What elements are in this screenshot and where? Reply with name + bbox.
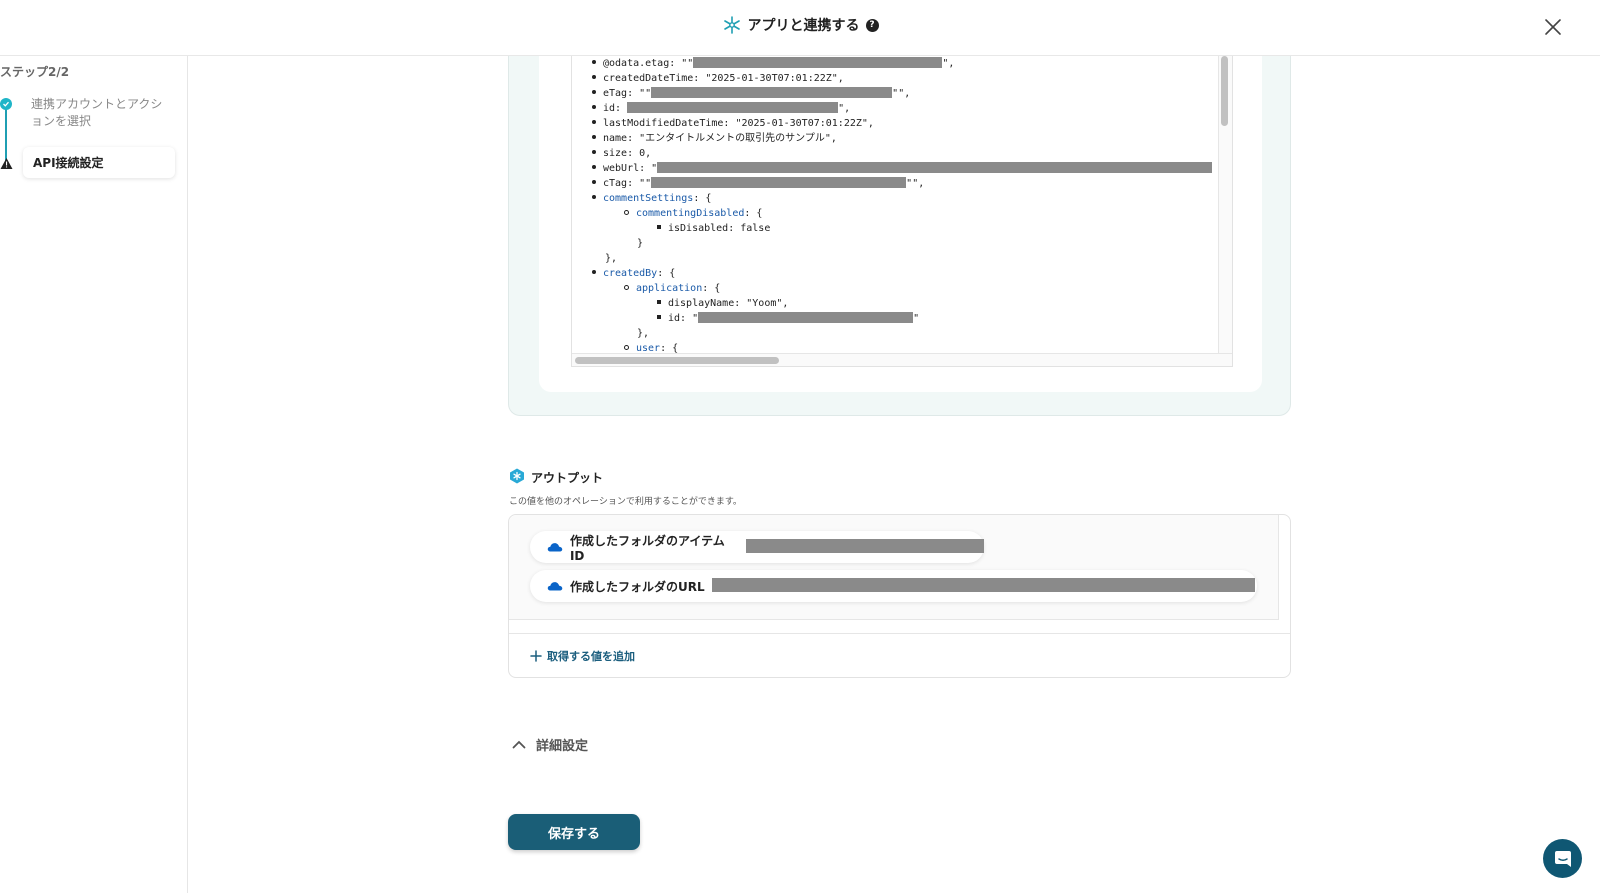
modal-title: アプリと連携する ? [0, 15, 1600, 35]
json-line: lastModifiedDateTime: "2025-01-30T07:01:… [592, 116, 874, 131]
step-1-label[interactable]: 連携アカウントとアクションを選択 [31, 96, 166, 130]
json-line: id: ", [592, 101, 850, 116]
close-icon[interactable] [1540, 14, 1566, 40]
output-chip-url[interactable]: 作成したフォルダのURL [530, 570, 1257, 602]
modal-title-text: アプリと連携する [747, 18, 860, 34]
question-circle-icon[interactable]: ? [865, 18, 879, 32]
json-line: }, [605, 253, 618, 264]
add-value-row: 取得する値を追加 [509, 633, 1290, 678]
json-line: }, [637, 328, 650, 339]
onedrive-cloud-icon [547, 582, 563, 591]
output-chip-item-id[interactable]: 作成したフォルダのアイテムID [530, 531, 984, 563]
json-line: @odata.etag: "" ", [592, 56, 954, 71]
json-line: id: " " [657, 311, 919, 326]
advanced-settings-label: 詳細設定 [536, 739, 589, 754]
onedrive-cloud-icon [547, 543, 563, 552]
json-code: @odata.etag: "" ", createdDateTime: "2025… [572, 56, 1217, 354]
json-line: displayName: "Yoom", [657, 296, 788, 311]
test-result-panel: @odata.etag: "" ", createdDateTime: "2025… [508, 56, 1291, 416]
step-counter: ステップ2/2 [0, 65, 70, 79]
modal-header: アプリと連携する ? [0, 0, 1600, 56]
json-viewer[interactable]: @odata.etag: "" ", createdDateTime: "2025… [571, 56, 1233, 367]
chat-widget-button[interactable] [1543, 839, 1582, 878]
chat-icon [1554, 850, 1571, 867]
horizontal-scrollbar[interactable] [572, 353, 1232, 366]
output-item-label: 作成したフォルダのURL [570, 579, 705, 594]
output-description: この値を他のオペレーションで利用することができます。 [509, 497, 742, 507]
step-2-card[interactable]: API接続設定 [23, 147, 175, 178]
json-line: commentingDisabled: { [624, 206, 762, 221]
json-line: createdDateTime: "2025-01-30T07:01:22Z", [592, 71, 844, 86]
plus-icon [530, 650, 542, 662]
warning-icon [0, 155, 13, 169]
output-item-label: 作成したフォルダのアイテムID [569, 533, 725, 563]
json-line: } [637, 238, 644, 249]
output-badge-icon [509, 468, 525, 487]
json-line: commentSettings: { [592, 191, 711, 206]
output-list: 作成したフォルダのアイテムID 作成したフォルダのURL [509, 515, 1279, 620]
json-line: eTag: "" "", [592, 86, 910, 101]
horizontal-scroll-thumb[interactable] [575, 357, 779, 364]
check-circle-icon [0, 98, 12, 110]
json-line: cTag: "" "", [592, 176, 924, 191]
advanced-settings-toggle[interactable]: 詳細設定 [512, 735, 588, 754]
output-heading: アウトプット [509, 468, 603, 487]
output-title: アウトプット [531, 471, 604, 485]
json-preview-card: @odata.etag: "" ", createdDateTime: "2025… [539, 56, 1262, 392]
json-line: webUrl: " [592, 161, 1213, 176]
redacted-value [711, 578, 1255, 592]
vertical-scrollbar[interactable] [1218, 56, 1232, 354]
step-sidebar: ステップ2/2 連携アカウントとアクションを選択 API接続設定 [0, 56, 188, 893]
yoom-asterisk-icon [722, 15, 742, 35]
add-value-label: 取得する値を追加 [547, 650, 635, 663]
json-line: name: "エンタイトルメントの取引先のサンプル", [592, 131, 837, 146]
json-line: isDisabled: false [657, 221, 770, 236]
step-connector [5, 106, 7, 162]
vertical-scroll-thumb[interactable] [1221, 56, 1228, 126]
step-2-label: API接続設定 [33, 156, 104, 170]
add-value-button[interactable]: 取得する値を追加 [530, 648, 635, 664]
redacted-value [745, 539, 984, 553]
chevron-up-icon [512, 740, 526, 749]
json-line: createdBy: { [592, 266, 675, 281]
output-box: 作成したフォルダのアイテムID 作成したフォルダのURL 取得する値を追加 [508, 514, 1291, 678]
save-button[interactable]: 保存する [508, 814, 640, 850]
json-line: application: { [624, 281, 720, 296]
json-line: size: 0, [592, 146, 651, 161]
